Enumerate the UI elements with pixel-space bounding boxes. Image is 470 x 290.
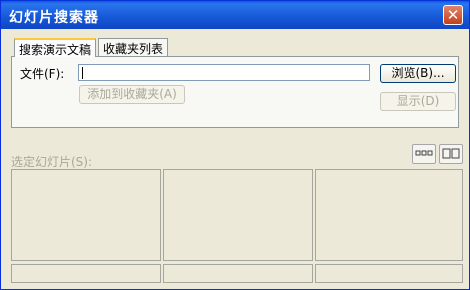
tab-label: 收藏夹列表 (103, 42, 164, 56)
slide-thumbnail[interactable] (315, 169, 463, 261)
window-title: 幻灯片搜索器 (9, 10, 99, 26)
slide-thumbnail[interactable] (163, 264, 313, 283)
selected-slides-label: 选定幻灯片(S): (11, 155, 93, 169)
large-thumbnails-view-button[interactable] (439, 144, 463, 164)
title-bar[interactable]: 幻灯片搜索器 ✕ (1, 1, 469, 29)
large-thumbnails-icon (442, 148, 460, 159)
small-thumbnails-view-button[interactable] (412, 144, 436, 164)
slide-finder-dialog: 幻灯片搜索器 ✕ 搜索演示文稿 收藏夹列表 文件(F): 浏览(B)... 添加… (0, 0, 470, 290)
close-button[interactable]: ✕ (443, 5, 463, 25)
tab-favorites-list[interactable]: 收藏夹列表 (98, 38, 169, 56)
small-thumbnails-icon (415, 150, 433, 156)
close-icon: ✕ (446, 6, 460, 24)
show-button[interactable]: 显示(D) (380, 92, 456, 111)
slide-thumbnail[interactable] (163, 169, 313, 261)
search-panel: 文件(F): 浏览(B)... 添加到收藏夹(A) 显示(D) (11, 56, 459, 128)
file-path-input[interactable] (78, 64, 370, 81)
slide-thumbnail[interactable] (11, 264, 161, 283)
text-caret (82, 67, 83, 79)
tab-search-presentation[interactable]: 搜索演示文稿 (14, 38, 97, 57)
slide-thumbnails-area[interactable] (11, 169, 463, 285)
tab-label: 搜索演示文稿 (19, 43, 92, 57)
file-label: 文件(F): (20, 67, 65, 81)
slide-thumbnail[interactable] (11, 169, 161, 261)
slide-thumbnail[interactable] (315, 264, 463, 283)
add-to-favorites-button[interactable]: 添加到收藏夹(A) (79, 85, 185, 104)
browse-button[interactable]: 浏览(B)... (380, 64, 456, 83)
